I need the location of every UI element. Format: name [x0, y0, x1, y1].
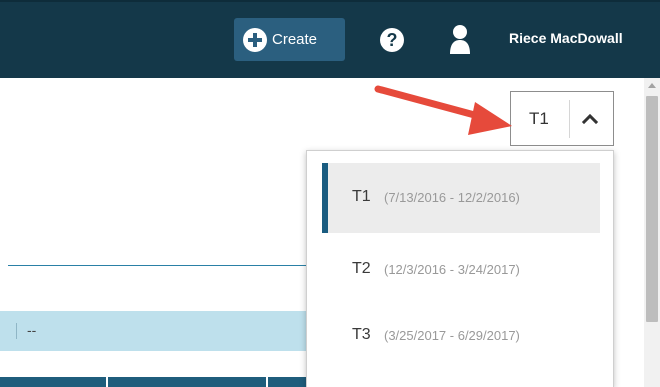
scroll-up-arrow-icon[interactable]: [648, 83, 656, 88]
table-header: [0, 377, 313, 387]
selected-indicator: [322, 163, 328, 233]
option-date-range: (7/13/2016 - 12/2/2016): [384, 190, 520, 205]
plus-circle-icon: [243, 27, 267, 52]
dropdown-option-t1[interactable]: T1 (7/13/2016 - 12/2/2016): [322, 163, 600, 233]
create-button-label: Create: [272, 31, 318, 48]
dropdown-option-t3[interactable]: T3 (3/25/2017 - 6/29/2017): [322, 301, 600, 371]
user-name[interactable]: Riece MacDowall: [509, 30, 623, 46]
term-selector[interactable]: T1: [510, 91, 614, 146]
section-divider: [8, 265, 313, 266]
table-row: --: [0, 311, 313, 351]
chevron-up-icon[interactable]: [581, 110, 599, 126]
help-icon[interactable]: ?: [380, 28, 404, 52]
row-value: --: [27, 322, 37, 338]
option-date-range: (3/25/2017 - 6/29/2017): [384, 328, 520, 343]
option-code: T1: [352, 188, 371, 205]
option-date-range: (12/3/2016 - 3/24/2017): [384, 262, 520, 277]
app-page: Create ? Riece MacDowall -- T1 T1 (7/13/…: [0, 0, 660, 387]
term-selector-value: T1: [529, 109, 549, 128]
scroll-thumb[interactable]: [646, 96, 658, 322]
dropdown-option-t2[interactable]: T2 (12/3/2016 - 3/24/2017): [322, 235, 600, 305]
option-code: T3: [352, 326, 371, 343]
header-top-strip: [0, 0, 660, 2]
annotation-arrow-icon: [374, 85, 512, 135]
option-code: T2: [352, 260, 371, 277]
term-dropdown: T1 (7/13/2016 - 12/2/2016) T2 (12/3/2016…: [306, 150, 614, 387]
create-button[interactable]: Create: [234, 18, 345, 61]
top-header-bar: Create ? Riece MacDowall: [0, 0, 660, 78]
column-divider: [106, 377, 108, 387]
row-marker: [16, 323, 17, 339]
vertical-scrollbar[interactable]: [644, 78, 660, 387]
column-divider: [266, 377, 268, 387]
user-icon[interactable]: [449, 24, 471, 54]
term-selector-separator: [569, 100, 570, 138]
